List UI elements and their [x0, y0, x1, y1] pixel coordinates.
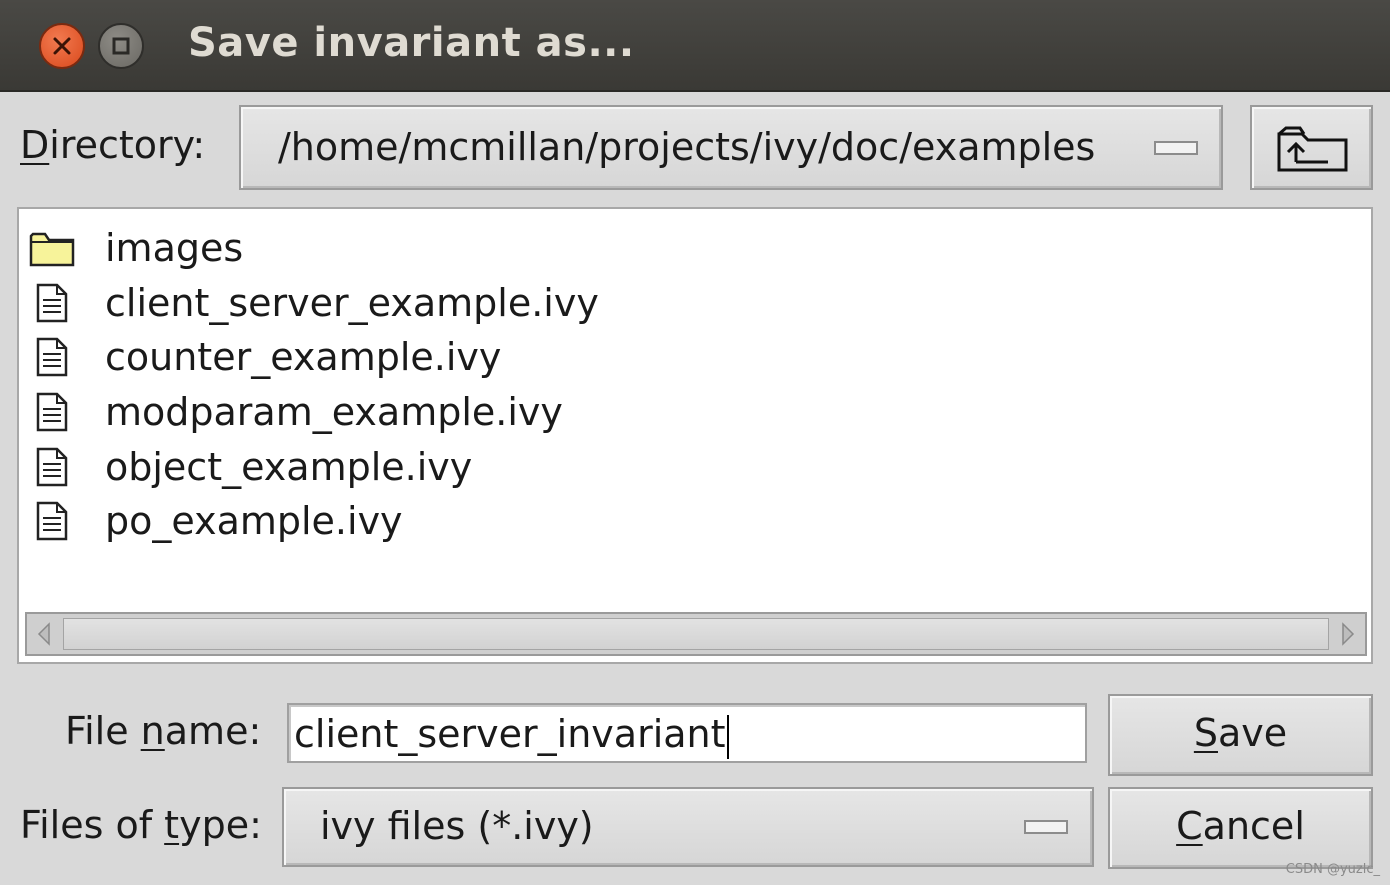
combobox-indicator-icon: [1024, 820, 1068, 834]
watermark: CSDN @yuzlc_: [1285, 862, 1380, 877]
directory-combobox[interactable]: /home/mcmillan/projects/ivy/doc/examples: [239, 105, 1223, 190]
filename-label-prefix: File: [65, 709, 141, 753]
cancel-button-label: Cancel: [1110, 804, 1371, 848]
list-item-name: modparam_example.ivy: [105, 390, 563, 434]
scroll-left-icon[interactable]: [30, 617, 58, 651]
filename-label: File name:: [65, 709, 261, 753]
directory-label-mnemonic: D: [20, 123, 50, 167]
combobox-indicator-icon: [1154, 141, 1198, 155]
cancel-label-rest: ancel: [1202, 804, 1305, 848]
maximize-icon: [112, 37, 130, 55]
title-bar: Save invariant as...: [0, 0, 1390, 92]
filetype-label-prefix: Files of: [20, 803, 165, 847]
document-icon: [29, 389, 75, 435]
filename-label-mnemonic: n: [140, 709, 165, 753]
list-item-name: counter_example.ivy: [105, 335, 502, 379]
maximize-window-button[interactable]: [98, 23, 144, 69]
save-button[interactable]: Save: [1108, 694, 1373, 776]
scrollbar-thumb[interactable]: [63, 618, 1329, 650]
list-item[interactable]: po_example.ivy: [29, 494, 403, 548]
text-caret: [726, 714, 729, 759]
folder-icon: [29, 225, 75, 271]
cancel-mnemonic: C: [1176, 804, 1203, 848]
list-item[interactable]: images: [29, 221, 243, 275]
save-button-label: Save: [1110, 711, 1371, 755]
close-icon: [53, 37, 71, 55]
filename-input[interactable]: client_server_invariant: [287, 703, 1087, 763]
list-item[interactable]: object_example.ivy: [29, 440, 472, 494]
horizontal-scrollbar[interactable]: [25, 612, 1367, 656]
list-item[interactable]: modparam_example.ivy: [29, 385, 563, 439]
filename-label-suffix: ame:: [164, 709, 262, 753]
save-label-rest: ave: [1217, 711, 1288, 755]
window-title: Save invariant as...: [188, 20, 635, 66]
filetype-label-mnemonic: t: [164, 803, 180, 847]
filetype-label: Files of type:: [20, 803, 262, 847]
filetype-combobox[interactable]: ivy files (*.ivy): [282, 787, 1094, 867]
directory-label-text: irectory:: [49, 123, 206, 167]
list-item-name: images: [105, 226, 244, 270]
filetype-value: ivy files (*.ivy): [320, 804, 594, 848]
cancel-button[interactable]: Cancel: [1108, 787, 1373, 869]
list-item[interactable]: counter_example.ivy: [29, 330, 501, 384]
document-icon: [29, 444, 75, 490]
filename-value: client_server_invariant: [294, 712, 726, 756]
document-icon: [29, 280, 75, 326]
list-item-name: po_example.ivy: [105, 499, 403, 543]
directory-path: /home/mcmillan/projects/ivy/doc/examples: [278, 125, 1096, 169]
list-item-name: object_example.ivy: [105, 445, 473, 489]
directory-up-button[interactable]: [1250, 105, 1373, 190]
close-window-button[interactable]: [39, 23, 85, 69]
filetype-label-suffix: ype:: [179, 803, 262, 847]
save-mnemonic: S: [1193, 711, 1218, 755]
list-item[interactable]: client_server_example.ivy: [29, 276, 599, 330]
list-item-name: client_server_example.ivy: [105, 281, 599, 325]
document-icon: [29, 498, 75, 544]
file-list[interactable]: images client_server_example.ivy counter…: [17, 207, 1373, 664]
directory-label: Directory:: [20, 123, 205, 167]
scroll-right-icon[interactable]: [1334, 617, 1362, 651]
folder-up-icon: [1277, 126, 1348, 172]
document-icon: [29, 334, 75, 380]
